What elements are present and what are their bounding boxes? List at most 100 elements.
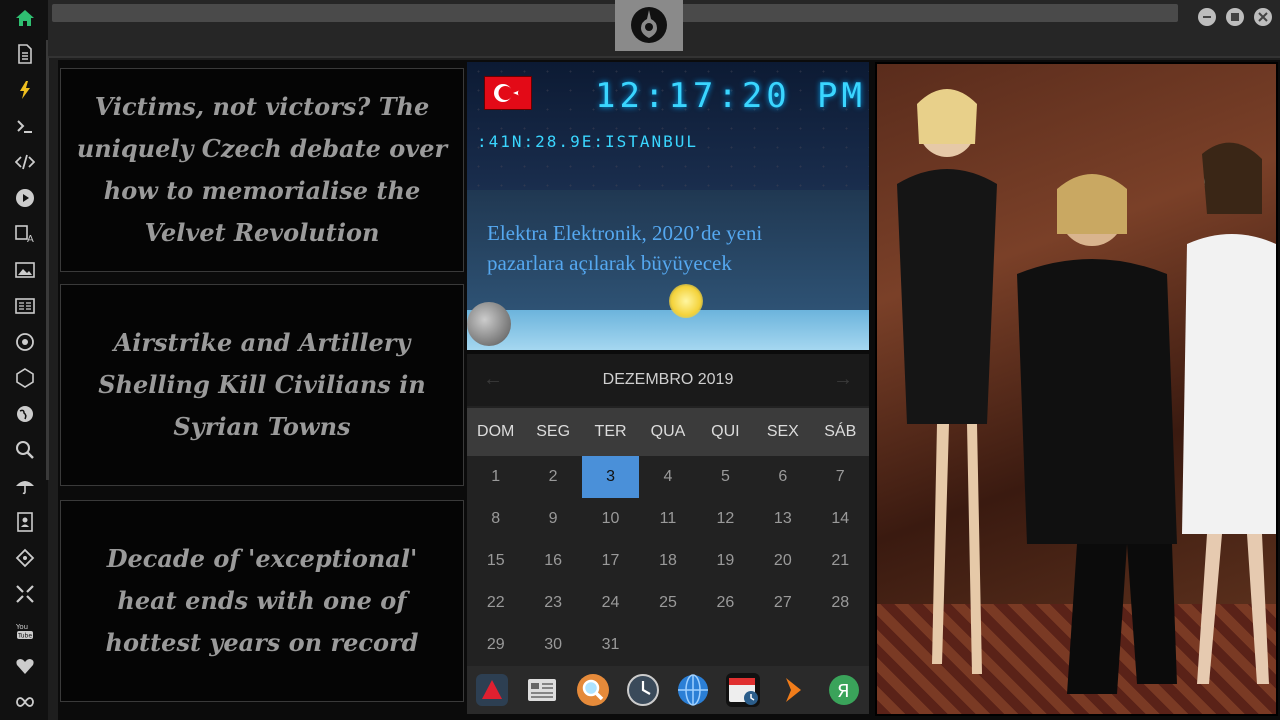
calendar-day[interactable]: 20 [754,540,811,582]
prev-month-icon[interactable]: ← [483,368,503,391]
umbrella-icon[interactable] [12,473,38,499]
calendar-day[interactable]: 23 [524,582,581,624]
calendar-day[interactable]: 28 [812,582,869,624]
calendar-day [639,624,696,666]
tag-icon[interactable] [12,545,38,571]
weekday-label: TER [594,423,627,440]
launcher-icon[interactable] [475,673,509,707]
calendar-day[interactable]: 22 [467,582,524,624]
people-figures [897,89,1276,694]
cube-icon[interactable] [12,365,38,391]
calendar-week: 8 9 10 11 12 13 14 [467,498,869,540]
calendar-day[interactable]: 25 [639,582,696,624]
calendar-day[interactable]: 9 [524,498,581,540]
weekday-label: SEX [766,423,799,440]
calendar-week: 22 23 24 25 26 27 28 [467,582,869,624]
next-month-icon[interactable]: → [833,368,853,391]
topbar [48,0,1280,58]
rebel-alliance-icon [631,7,667,43]
weekday-label: QUA [650,423,686,440]
lightning-icon[interactable] [12,77,38,103]
minimize-button[interactable] [1198,8,1216,26]
moon-icon [467,302,511,346]
translate-icon[interactable]: A [12,221,38,247]
maximize-button[interactable] [1226,8,1244,26]
calendar-day[interactable]: 4 [639,456,696,498]
calendar-day [812,624,869,666]
calendar-day-today[interactable]: 3 [581,456,640,498]
browser-globe-icon[interactable] [676,673,710,707]
aperture-icon[interactable] [12,329,38,355]
youtube-icon[interactable]: You Tube [12,617,38,643]
calendar-day [697,624,754,666]
calendar-day[interactable]: 8 [467,498,524,540]
calendar-day[interactable]: 10 [582,498,639,540]
news-icon[interactable] [12,293,38,319]
calendar-day[interactable]: 31 [582,624,639,666]
sidebar-scrollbar[interactable] [46,40,49,480]
news-reader-icon[interactable] [525,673,559,707]
calendar-day[interactable]: 18 [639,540,696,582]
calendar-day[interactable]: 30 [524,624,581,666]
clock-headline[interactable]: Elektra Elektronik, 2020’de yeni pazarla… [487,218,837,278]
globe-icon[interactable] [12,401,38,427]
news-card[interactable]: Decade of 'exceptional' heat ends with o… [60,500,464,702]
svg-text:You: You [15,623,28,631]
calendar-widget: ← DEZEMBRO 2019 → DOM SEG TER QUA QUI SE… [467,354,869,666]
svg-text:Tube: Tube [17,633,32,640]
terminal-icon[interactable] [12,113,38,139]
expand-icon[interactable] [12,581,38,607]
weekday-header: DOM SEG TER QUA QUI SEX SÁB [467,408,869,456]
close-button[interactable] [1254,8,1272,26]
calendar-day[interactable]: 5 [697,456,754,498]
calendar-day[interactable]: 13 [754,498,811,540]
home-icon[interactable] [12,5,38,31]
calendar-day[interactable]: 12 [697,498,754,540]
news-card[interactable]: Airstrike and Artillery Shelling Kill Ci… [60,284,464,486]
clock-icon[interactable] [626,673,660,707]
logo-tab[interactable] [615,0,683,51]
magnifier-icon[interactable] [576,673,610,707]
play-icon[interactable] [12,185,38,211]
news-card[interactable]: Victims, not victors? The uniquely Czech… [60,68,464,272]
heart-icon[interactable] [12,653,38,679]
next-arrow-icon[interactable] [777,673,811,707]
calendar-day[interactable]: 24 [582,582,639,624]
wallpaper-photo [875,62,1278,716]
calendar-day[interactable]: 21 [812,540,869,582]
calendar-day[interactable]: 17 [582,540,639,582]
calendar-day[interactable]: 26 [697,582,754,624]
svg-text:Я: Я [837,681,850,702]
calendar-day[interactable]: 15 [467,540,524,582]
world-clock-widget[interactable]: 12:17:20 PM :41N:28.9E:ISTANBUL Elektra … [467,62,869,350]
news-title: Victims, not victors? The uniquely Czech… [76,92,448,247]
calendar-week: 1 2 3 4 5 6 7 [467,456,869,498]
calendar-month-label: DEZEMBRO 2019 [602,371,734,388]
calendar-day[interactable]: 29 [467,624,524,666]
calendar-day[interactable]: 2 [524,456,581,498]
calendar-day[interactable]: 27 [754,582,811,624]
calendar-day[interactable]: 1 [467,456,524,498]
clock-location: :41N:28.9E:ISTANBUL [477,132,699,151]
calendar-day[interactable]: 11 [639,498,696,540]
sun-icon [669,284,703,318]
news-column: Victims, not victors? The uniquely Czech… [58,60,466,720]
yandex-icon[interactable]: Я [827,673,861,707]
calendar-day[interactable]: 14 [812,498,869,540]
image-icon[interactable] [12,257,38,283]
calendar-app-icon[interactable] [726,673,761,707]
turkey-flag-icon [484,76,532,110]
document-icon[interactable] [12,41,38,67]
calendar-day[interactable]: 6 [754,456,811,498]
infinity-icon[interactable] [12,689,38,715]
code-icon[interactable] [12,149,38,175]
weekday-label: DOM [477,423,515,440]
calendar-day[interactable]: 7 [812,456,869,498]
horizon [467,310,869,350]
contacts-icon[interactable] [12,509,38,535]
clock-ampm: PM [817,76,866,116]
search-icon[interactable] [12,437,38,463]
calendar-day[interactable]: 19 [697,540,754,582]
calendar-day[interactable]: 16 [524,540,581,582]
svg-text:A: A [27,234,34,244]
